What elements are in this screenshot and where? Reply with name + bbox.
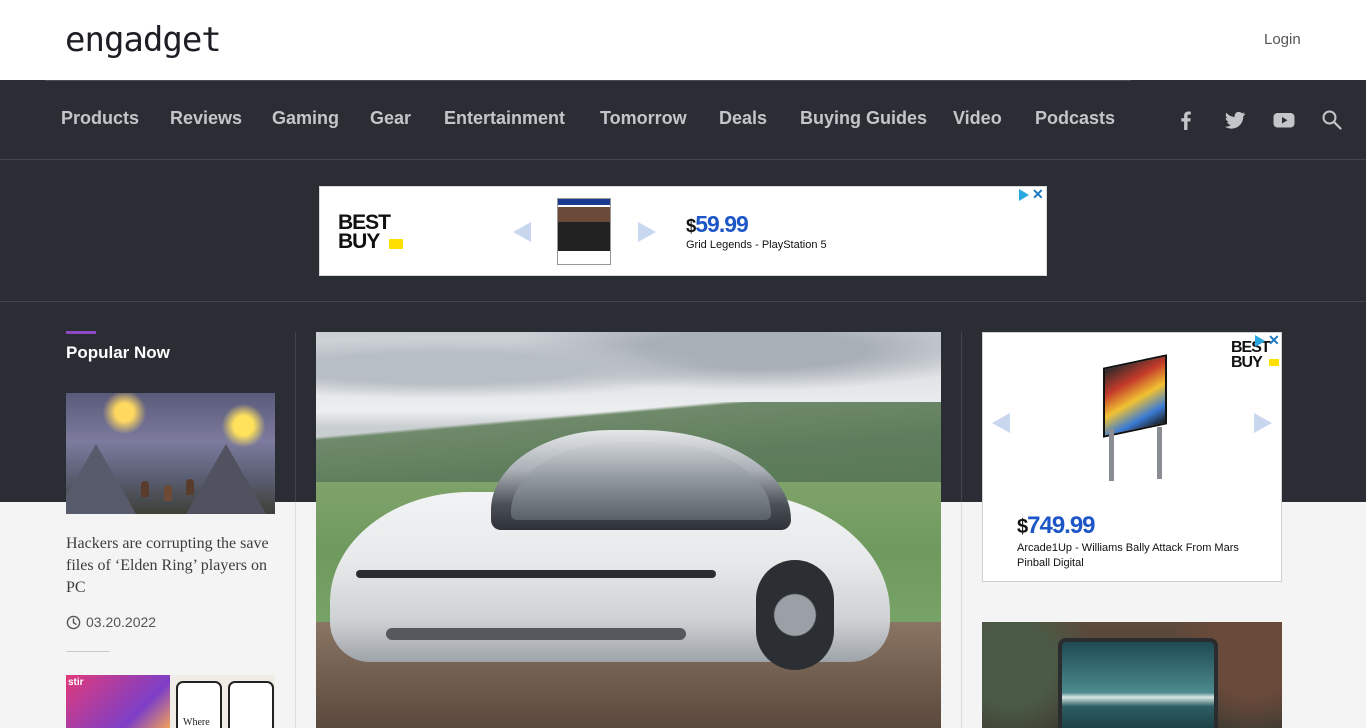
phone-mockup [228,681,274,728]
bestbuy-logo: BEST BUY [338,211,391,254]
nav-item-gear[interactable]: Gear [370,108,411,129]
stir-promo-image: stir [66,675,170,728]
ad-product-title[interactable]: Grid Legends - PlayStation 5 [686,239,827,251]
carousel-prev-arrow-icon[interactable] [513,222,531,242]
youtube-icon[interactable] [1272,108,1296,132]
engadget-logo[interactable]: engadget [65,20,222,60]
login-link[interactable]: Login [1264,31,1301,48]
column-divider-right [961,332,962,502]
popular-now-heading: Popular Now [66,343,170,362]
ad-price[interactable]: $749.99 [1017,512,1096,540]
ad-choices-icon[interactable]: ✕ [1253,332,1280,348]
heading-accent-bar [66,331,96,334]
column-divider-left [295,332,296,502]
hero-article-image[interactable] [316,332,941,728]
search-icon[interactable] [1320,108,1344,132]
ad-price[interactable]: $59.99 [686,211,749,238]
column-divider-left-lower [295,502,296,728]
laptop-image [1058,638,1218,728]
popular-item-image[interactable] [66,393,275,514]
nav-item-video[interactable]: Video [953,108,1002,129]
nav-item-entertainment[interactable]: Entertainment [444,108,565,129]
facebook-icon[interactable] [1174,108,1198,132]
bestbuy-side-ad[interactable]: BEST BUY ✕ $749.99 Arcade1Up - Williams … [982,332,1282,582]
band-divider [0,301,1366,302]
column-divider-right-lower [961,502,962,728]
pinball-product-image[interactable] [1093,354,1173,481]
product-image[interactable] [557,198,611,265]
nav-item-deals[interactable]: Deals [719,108,767,129]
popular-item-title[interactable]: Hackers are corrupting the save files of… [66,533,276,599]
carousel-next-arrow-icon[interactable] [638,222,656,242]
carousel-prev-arrow-icon[interactable] [992,413,1010,433]
nav-item-gaming[interactable]: Gaming [272,108,339,129]
ad-product-title[interactable]: Arcade1Up - Williams Bally Attack From M… [1017,541,1267,571]
twitter-icon[interactable] [1223,108,1247,132]
popular-item-image-2[interactable]: stir Where single [66,675,275,728]
nav-item-products[interactable]: Products [61,108,139,129]
site-header: engadget Login [0,0,1366,80]
side-article-image[interactable] [982,622,1282,728]
main-nav: Products Reviews Gaming Gear Entertainme… [0,80,1366,160]
bestbuy-ad-banner[interactable]: BEST BUY $59.99 Grid Legends - PlayStati… [319,186,1047,276]
clock-icon [66,615,81,630]
nav-item-tomorrow[interactable]: Tomorrow [600,108,687,129]
popular-item-date: 03.20.2022 [86,614,157,630]
ad-choices-icon[interactable]: ✕ [1017,186,1044,202]
carousel-next-arrow-icon[interactable] [1254,413,1272,433]
bestbuy-tag-icon [1269,359,1279,366]
nav-item-podcasts[interactable]: Podcasts [1035,108,1115,129]
nav-item-reviews[interactable]: Reviews [170,108,242,129]
popular-item-separator [66,651,110,652]
phone-mockup: Where single [176,681,222,728]
nav-item-buying-guides[interactable]: Buying Guides [800,108,927,129]
bestbuy-tag-icon [389,239,403,249]
